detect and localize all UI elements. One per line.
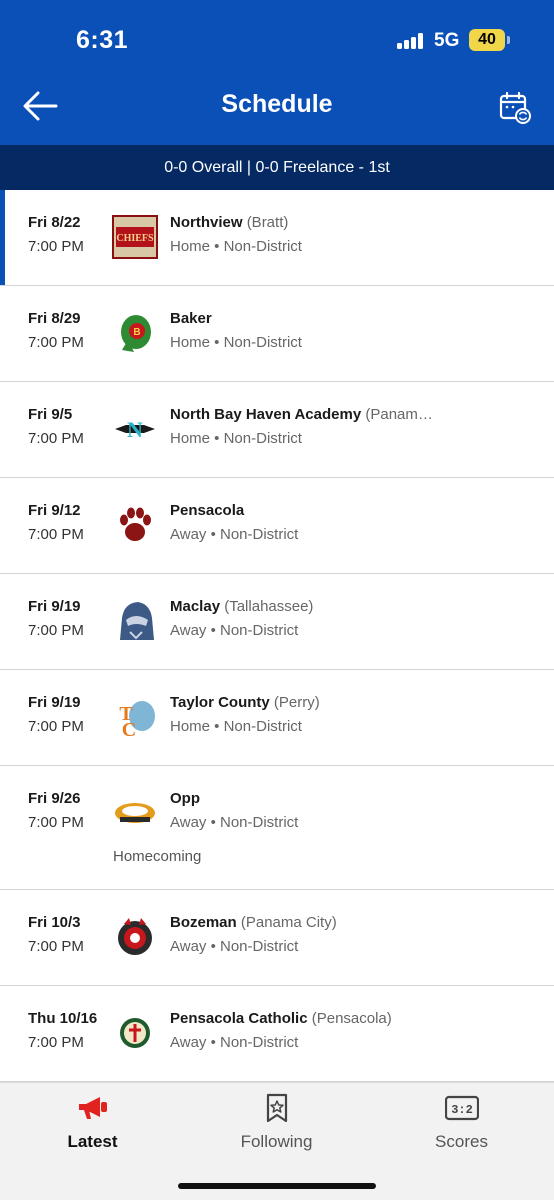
opponent-name: Pensacola — [170, 502, 245, 519]
game-meta: Away • Non-District — [170, 1034, 299, 1051]
game-row[interactable]: Thu 10/16 7:00 PM Pensacola Catholic (Pe… — [0, 986, 554, 1082]
northview-logo: CHIEFS — [112, 214, 158, 260]
record-summary: 0-0 Overall | 0-0 Freelance - 1st — [0, 145, 554, 190]
game-meta: Home • Non-District — [170, 430, 302, 447]
baker-logo: B — [112, 310, 158, 356]
svg-text:CHIEFS: CHIEFS — [116, 233, 154, 244]
scoreboard-icon: 3:2 — [444, 1095, 479, 1121]
game-row[interactable]: Fri 9/26 7:00 PM Opp Away • Non-District… — [0, 766, 554, 890]
maclay-logo — [112, 598, 158, 644]
game-time: 7:00 PM — [28, 334, 84, 351]
game-date: Fri 8/22 — [28, 214, 81, 231]
north-bay-haven-logo: N — [112, 406, 158, 452]
game-time: 7:00 PM — [28, 1034, 84, 1051]
home-indicator — [178, 1183, 376, 1189]
game-meta: Away • Non-District — [170, 814, 299, 831]
opponent-name: North Bay Haven Academy (Panam… — [170, 406, 433, 423]
app-header: 6:31 5G 40 Schedule — [0, 0, 554, 145]
game-row[interactable]: Fri 9/19 7:00 PM Maclay (Tallahassee) Aw… — [0, 574, 554, 670]
game-row[interactable]: Fri 9/5 7:00 PM N North Bay Haven Academ… — [0, 382, 554, 478]
opp-logo — [112, 790, 158, 836]
pensacola-catholic-logo — [112, 1010, 158, 1056]
game-time: 7:00 PM — [28, 814, 84, 831]
page-title: Schedule — [221, 90, 333, 118]
game-time: 7:00 PM — [28, 526, 84, 543]
game-date: Fri 9/26 — [28, 790, 81, 807]
game-meta: Away • Non-District — [170, 622, 299, 639]
game-row[interactable]: Fri 10/3 7:00 PM Bozeman (Panama City) A… — [0, 890, 554, 986]
game-date: Fri 9/12 — [28, 502, 81, 519]
signal-icon — [397, 33, 425, 49]
game-note: Homecoming — [113, 848, 202, 865]
svg-text:C: C — [122, 719, 136, 740]
game-time: 7:00 PM — [28, 718, 84, 735]
game-time: 7:00 PM — [28, 238, 84, 255]
tab-label: Scores — [435, 1132, 488, 1151]
tab-label: Latest — [67, 1132, 118, 1151]
calendar-sync-button[interactable] — [498, 90, 532, 124]
tab-latest[interactable]: Latest — [0, 1083, 185, 1163]
opponent-name: Northview (Bratt) — [170, 214, 289, 231]
game-row[interactable]: Fri 8/22 7:00 PM CHIEFS Northview (Bratt… — [0, 190, 554, 286]
game-meta: Home • Non-District — [170, 718, 302, 735]
game-time: 7:00 PM — [28, 938, 84, 955]
game-meta: Home • Non-District — [170, 334, 302, 351]
game-meta: Away • Non-District — [170, 526, 299, 543]
schedule-list: Fri 8/22 7:00 PM CHIEFS Northview (Bratt… — [0, 190, 554, 1082]
opponent-name: Opp — [170, 790, 200, 807]
svg-text:N: N — [127, 417, 143, 442]
game-meta: Away • Non-District — [170, 938, 299, 955]
opponent-name: Baker — [170, 310, 212, 327]
tab-following[interactable]: Following — [184, 1083, 369, 1163]
opponent-name: Maclay (Tallahassee) — [170, 598, 314, 615]
game-row[interactable]: Fri 9/12 7:00 PM Pensacola Away • Non-Di… — [0, 478, 554, 574]
status-time: 6:31 — [76, 26, 129, 54]
game-date: Thu 10/16 — [28, 1010, 98, 1027]
game-date: Fri 9/19 — [28, 694, 81, 711]
battery-nub — [507, 36, 510, 44]
calendar-sync-icon — [499, 91, 531, 124]
megaphone-icon — [78, 1097, 107, 1119]
opponent-name: Pensacola Catholic (Pensacola) — [170, 1010, 392, 1027]
game-date: Fri 10/3 — [28, 914, 81, 931]
game-meta: Home • Non-District — [170, 238, 302, 255]
opponent-name: Taylor County (Perry) — [170, 694, 320, 711]
game-row[interactable]: Fri 8/29 7:00 PM B Baker Home • Non-Dist… — [0, 286, 554, 382]
game-date: Fri 9/19 — [28, 598, 81, 615]
game-time: 7:00 PM — [28, 622, 84, 639]
network-label: 5G — [434, 30, 460, 51]
svg-text:3:2: 3:2 — [451, 1103, 473, 1117]
taylor-county-logo: T C — [112, 694, 158, 740]
tab-label: Following — [240, 1132, 313, 1151]
game-time: 7:00 PM — [28, 430, 84, 447]
paw-print-logo — [112, 502, 158, 548]
game-row[interactable]: Fri 9/19 7:00 PM T C Taylor County (Perr… — [0, 670, 554, 766]
svg-text:B: B — [133, 327, 140, 338]
bozeman-logo — [112, 914, 158, 960]
battery-icon: 40 — [469, 29, 505, 51]
game-date: Fri 8/29 — [28, 310, 81, 327]
game-date: Fri 9/5 — [28, 406, 73, 423]
tab-scores[interactable]: 3:2 Scores — [369, 1083, 554, 1163]
bookmark-star-icon — [266, 1093, 287, 1123]
opponent-name: Bozeman (Panama City) — [170, 914, 337, 931]
